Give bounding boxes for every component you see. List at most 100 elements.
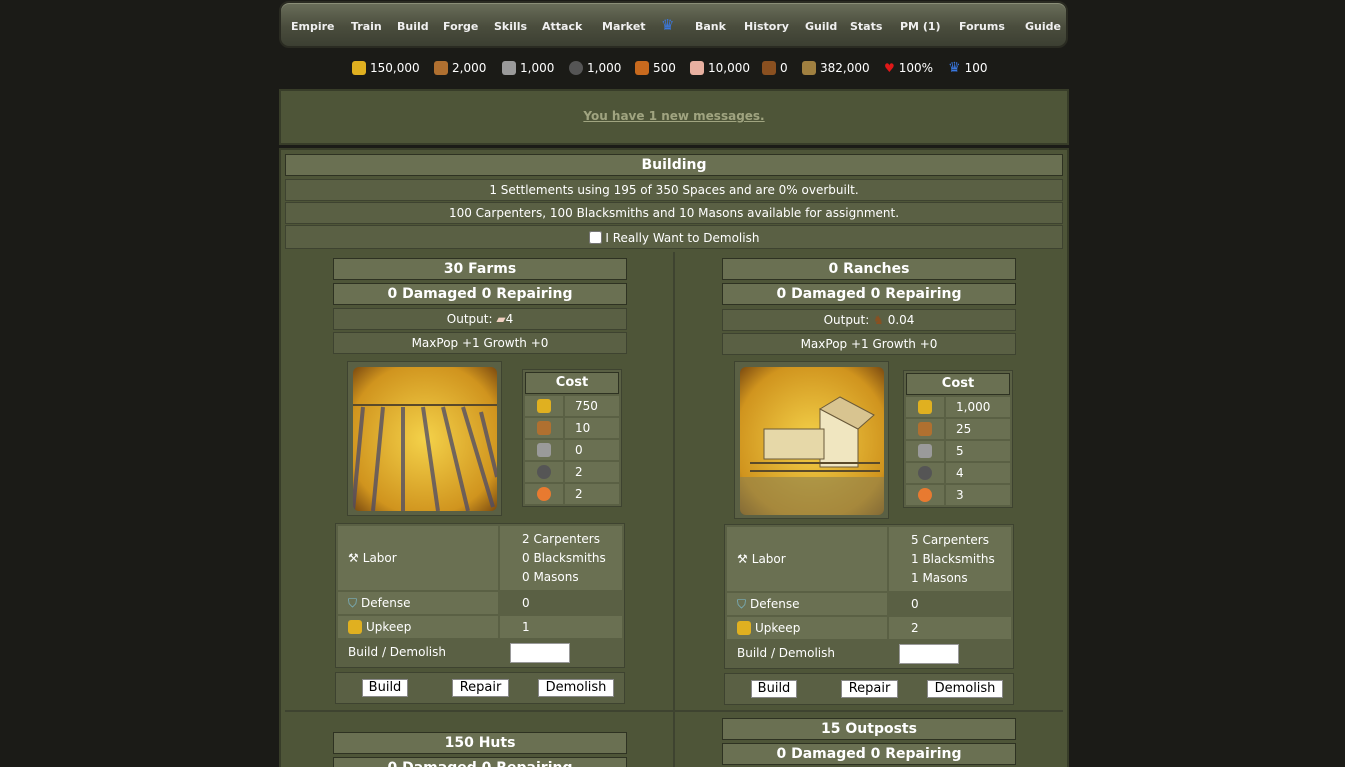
gold-coins-icon <box>918 400 932 414</box>
building-panel: Building 1 Settlements using 195 of 350 … <box>279 148 1069 767</box>
iron-icon <box>918 466 932 480</box>
outposts-title: 15 Outposts <box>722 718 1016 740</box>
stone-resource: 1,000 <box>502 60 554 76</box>
ranches-demolish-button[interactable]: Demolish <box>927 680 1003 698</box>
farms-repair-button[interactable]: Repair <box>452 679 509 697</box>
ranches-cost-iron: 4 <box>946 463 1010 483</box>
gold-resource: 150,000 <box>352 60 420 76</box>
farms-cost-time: 2 <box>565 484 619 504</box>
ranches-cost-wood: 25 <box>946 419 1010 439</box>
crate-resource: 382,000 <box>802 60 870 76</box>
health-resource: ♥ 100% <box>884 61 934 75</box>
crown-icon: ♛ <box>948 60 961 76</box>
farms-title: 30 Farms <box>333 258 627 280</box>
nav-guide[interactable]: Guide <box>1025 20 1061 33</box>
ranches-labor-values: 5 Carpenters 1 Blacksmiths 1 Masons <box>889 527 1011 591</box>
top-nav: Empire Train Build Forge Skills Attack M… <box>279 1 1068 48</box>
nav-train[interactable]: Train <box>351 20 382 33</box>
ranches-cost-stone: 5 <box>946 441 1010 461</box>
shield-icon: ⛉ <box>348 595 358 610</box>
column-divider <box>673 252 675 767</box>
ranches-barn-drawing <box>740 396 884 515</box>
farms-upkeep-value: 1 <box>500 616 622 638</box>
wood-icon <box>537 421 551 435</box>
bread-icon <box>635 61 649 75</box>
farms-cost-wood: 10 <box>565 418 619 438</box>
iron-icon <box>569 61 583 75</box>
meat-icon <box>690 61 704 75</box>
ranches-quantity-input[interactable] <box>899 644 959 664</box>
worker-icon: ⚒ <box>737 552 748 566</box>
nav-market[interactable]: Market <box>602 20 646 33</box>
farms-cost-title: Cost <box>525 372 619 394</box>
nav-skills[interactable]: Skills <box>494 20 527 33</box>
ranches-defense-value: 0 <box>911 596 919 611</box>
gold-coins-icon <box>737 621 751 635</box>
clock-icon <box>537 487 551 501</box>
farms-build-demolish-label: Build / Demolish <box>348 645 446 659</box>
ranches-actions: Build Repair Demolish <box>724 673 1014 705</box>
gold-coins-icon <box>348 620 362 634</box>
farms-cost-iron: 2 <box>565 462 619 482</box>
horse-icon <box>762 61 776 75</box>
gold-coins-icon <box>537 399 551 413</box>
ranches-image-frame <box>734 361 889 519</box>
workers-info: 100 Carpenters, 100 Blacksmiths and 10 M… <box>285 202 1063 224</box>
farms-details: ⚒ Labor 2 Carpenters 0 Blacksmiths 0 Masons… <box>335 523 625 668</box>
nav-bank[interactable]: Bank <box>695 20 726 33</box>
wood-icon <box>434 61 448 75</box>
wood-icon <box>918 422 932 436</box>
farms-demolish-button[interactable]: Demolish <box>538 679 614 697</box>
new-messages-link[interactable]: You have 1 new messages. <box>281 109 1067 123</box>
farms-labor-label: ⚒ Labor <box>338 526 498 590</box>
nav-guild[interactable]: Guild <box>805 20 837 33</box>
ranches-cost-title: Cost <box>906 373 1010 395</box>
ranches-title: 0 Ranches <box>722 258 1016 280</box>
nav-forge[interactable]: Forge <box>443 20 478 33</box>
crate-icon <box>802 61 816 75</box>
ranches-image <box>740 367 884 515</box>
ranches-labor-label: ⚒ Labor <box>727 527 887 591</box>
farms-maxpop: MaxPop +1 Growth +0 <box>333 332 627 354</box>
ranches-cost-time: 3 <box>946 485 1010 505</box>
nav-history[interactable]: History <box>744 20 789 33</box>
row-divider <box>285 710 1063 712</box>
nav-attack[interactable]: Attack <box>542 20 582 33</box>
ranches-damaged: 0 Damaged 0 Repairing <box>722 283 1016 305</box>
meat-resource: 10,000 <box>690 60 750 76</box>
gold-coins-icon <box>352 61 366 75</box>
farms-image-frame <box>347 361 502 516</box>
farms-cost-stone: 0 <box>565 440 619 460</box>
nav-build[interactable]: Build <box>397 20 429 33</box>
farms-field-drawing <box>353 404 497 511</box>
ranches-cost-gold: 1,000 <box>946 397 1010 417</box>
huts-damaged: 0 Damaged 0 Repairing <box>333 757 627 767</box>
farms-damaged: 0 Damaged 0 Repairing <box>333 283 627 305</box>
ranches-defense-label: ⛉ Defense <box>727 593 887 615</box>
farms-upkeep-label: Upkeep <box>338 616 498 638</box>
crown-icon[interactable]: ♛ <box>661 16 674 34</box>
farms-output: Output: ▰4 <box>333 308 627 330</box>
demolish-label: I Really Want to Demolish <box>605 231 760 245</box>
ranches-details: ⚒ Labor 5 Carpenters 1 Blacksmiths 1 Masons… <box>724 524 1014 669</box>
crown-resource: ♛ 100 <box>948 60 988 76</box>
ranches-maxpop: MaxPop +1 Growth +0 <box>722 333 1016 355</box>
wood-resource: 2,000 <box>434 60 486 76</box>
ranches-cost-table: Cost 1,000 25 5 4 3 <box>903 370 1013 508</box>
ranches-repair-button[interactable]: Repair <box>841 680 898 698</box>
farms-build-button[interactable]: Build <box>362 679 408 697</box>
nav-pm[interactable]: PM (1) <box>900 20 941 33</box>
bread-resource: 500 <box>635 60 676 76</box>
farms-quantity-input[interactable] <box>510 643 570 663</box>
demolish-checkbox[interactable] <box>588 231 602 244</box>
ranches-build-button[interactable]: Build <box>751 680 797 698</box>
nav-empire[interactable]: Empire <box>291 20 335 33</box>
farms-image <box>353 367 497 511</box>
clock-icon <box>918 488 932 502</box>
worker-icon: ⚒ <box>348 551 359 565</box>
nav-stats[interactable]: Stats <box>850 20 882 33</box>
shield-icon: ⛉ <box>737 596 747 611</box>
nav-forums[interactable]: Forums <box>959 20 1005 33</box>
huts-title: 150 Huts <box>333 732 627 754</box>
ranches-build-demolish-label: Build / Demolish <box>737 646 835 660</box>
